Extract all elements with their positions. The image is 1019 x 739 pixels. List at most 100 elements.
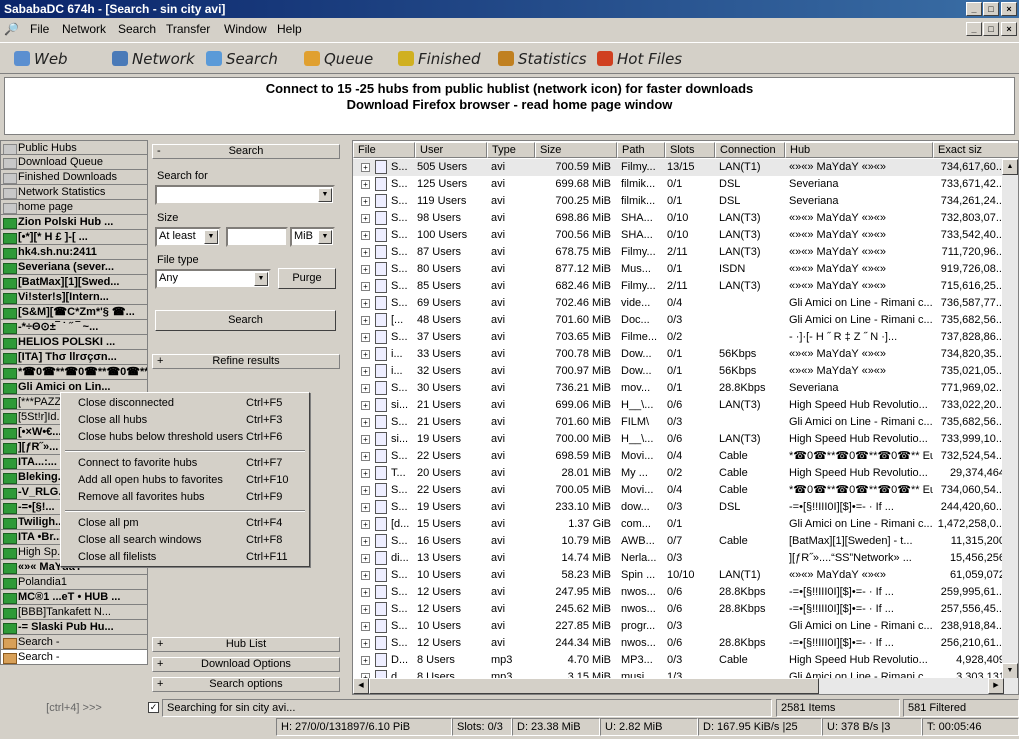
hub-tab[interactable]: -*÷Θ⊙±‾ ˙ ˝ ‾ ~... xyxy=(0,320,148,335)
expand-icon[interactable]: + xyxy=(361,282,370,291)
column-header-file[interactable]: File xyxy=(353,142,415,158)
scroll-right-icon[interactable]: ▶ xyxy=(988,678,1004,694)
menu-item-close-all-hubs[interactable]: Close all hubs Ctrl+F3 xyxy=(62,412,308,429)
table-row[interactable]: + S... 12 Users avi 245.62 MiB nwos... 0/6 28.8… xyxy=(353,601,1018,618)
menu-item-close-all-filelists[interactable]: Close all filelists Ctrl+F11 xyxy=(62,549,308,566)
refine-results-group[interactable]: + Refine results xyxy=(152,354,340,369)
table-row[interactable]: + S... 22 Users avi 698.59 MiB Movi... 0/4 Cabl… xyxy=(353,448,1018,465)
table-row[interactable]: + S... 98 Users avi 698.86 MiB SHA... 0/10 LAN(… xyxy=(353,210,1018,227)
table-row[interactable]: + i... 32 Users avi 700.97 MiB Dow... 0/1 56Kbp… xyxy=(353,363,1018,380)
expand-icon[interactable]: + xyxy=(361,231,370,240)
size-value-input[interactable] xyxy=(226,227,288,247)
hub-tab[interactable]: Zion Polski Hub ... xyxy=(0,215,148,230)
search-options-group[interactable]: + Search options xyxy=(152,677,340,692)
expand-icon[interactable]: + xyxy=(361,554,370,563)
chevron-down-icon[interactable]: ▼ xyxy=(204,230,218,244)
hub-tab[interactable]: MC®1 ...eT • HUB ... xyxy=(0,590,148,605)
expand-icon[interactable]: + xyxy=(361,180,370,189)
expand-icon[interactable]: + xyxy=(361,384,370,393)
table-row[interactable]: + S... 10 Users avi 227.85 MiB progr... 0/3 Gli… xyxy=(353,618,1018,635)
expand-icon[interactable]: + xyxy=(361,605,370,614)
table-row[interactable]: + T... 20 Users avi 28.01 MiB My ... 0/2 Cable H… xyxy=(353,465,1018,482)
table-row[interactable]: + si... 19 Users avi 700.00 MiB H__\... 0/6 LAN… xyxy=(353,431,1018,448)
table-row[interactable]: + S... 12 Users avi 244.34 MiB nwos... 0/6 28.8… xyxy=(353,635,1018,652)
menu-item-connect-to-favorite-hubs[interactable]: Connect to favorite hubs Ctrl+F7 xyxy=(62,455,308,472)
search-for-input[interactable]: ▼ xyxy=(155,185,335,205)
menu-network[interactable]: Network xyxy=(62,22,106,36)
menu-item-close-disconnected[interactable]: Close disconnected Ctrl+F5 xyxy=(62,395,308,412)
table-row[interactable]: + di... 13 Users avi 14.74 MiB Nerla... 0/3][ƒ… xyxy=(353,550,1018,567)
minimize-button[interactable]: _ xyxy=(966,2,982,16)
download-options-group[interactable]: + Download Options xyxy=(152,657,340,672)
only-free-slots-checkbox[interactable]: ✓ xyxy=(148,699,159,717)
table-row[interactable]: + S... 100 Users avi 700.56 MiB SHA... 0/10 LAN… xyxy=(353,227,1018,244)
table-row[interactable]: + S... 16 Users avi 10.79 MiB AWB... 0/7 Cable [… xyxy=(353,533,1018,550)
column-header-connection[interactable]: Connection xyxy=(715,142,785,158)
column-header-user[interactable]: User xyxy=(415,142,487,158)
horizontal-scrollbar[interactable]: ◀ ▶ xyxy=(353,678,1018,694)
toolbar-network-button[interactable]: Network xyxy=(112,50,195,68)
expand-icon[interactable]: + xyxy=(361,588,370,597)
table-row[interactable]: + S... 505 Users avi 700.59 MiB Filmy... 13/15… xyxy=(353,159,1018,176)
file-type-select[interactable]: Any ▼ xyxy=(155,269,271,289)
expand-icon[interactable]: + xyxy=(361,197,370,206)
hub-tab[interactable]: Polandia1 xyxy=(0,575,148,590)
table-row[interactable]: + S... 87 Users avi 678.75 MiB Filmy... 2/11 LA… xyxy=(353,244,1018,261)
scroll-left-icon[interactable]: ◀ xyxy=(353,678,369,694)
table-row[interactable]: + S... 30 Users avi 736.21 MiB mov... 0/1 28.8K… xyxy=(353,380,1018,397)
hub-tab[interactable]: Finished Downloads xyxy=(0,170,148,185)
hub-tab[interactable]: [ITA] Thσ llrσçσn... xyxy=(0,350,148,365)
expand-icon[interactable]: + xyxy=(361,452,370,461)
scroll-down-icon[interactable]: ▼ xyxy=(1002,663,1018,679)
hub-tab[interactable]: [BBB]Tankafett N... xyxy=(0,605,148,620)
expand-icon[interactable]: + xyxy=(361,639,370,648)
toolbar-finished-button[interactable]: Finished xyxy=(398,50,481,68)
menu-window[interactable]: Window xyxy=(224,22,267,36)
expand-icon[interactable]: + xyxy=(361,333,370,342)
expand-icon[interactable]: + xyxy=(361,401,370,410)
table-row[interactable]: + S... 125 Users avi 699.68 MiB filmik... 0/1 D… xyxy=(353,176,1018,193)
expand-icon[interactable]: + xyxy=(361,656,370,665)
chevron-down-icon[interactable]: ▼ xyxy=(254,272,268,286)
hub-tab[interactable]: hk4.sh.nu:2411 xyxy=(0,245,148,260)
expand-icon[interactable]: + xyxy=(361,469,370,478)
hub-tab[interactable]: home page xyxy=(0,200,148,215)
menu-item-add-all-open-hubs-to-favorites[interactable]: Add all open hubs to favorites Ctrl+F10 xyxy=(62,472,308,489)
column-header-hub[interactable]: Hub xyxy=(785,142,933,158)
expand-icon[interactable]: + xyxy=(361,622,370,631)
expand-icon[interactable]: + xyxy=(361,248,370,257)
column-header-exact-siz[interactable]: Exact siz xyxy=(933,142,1018,158)
expand-icon[interactable]: + xyxy=(361,486,370,495)
child-restore-button[interactable]: □ xyxy=(983,22,999,36)
menu-item-close-hubs-below-threshold-users[interactable]: Close hubs below threshold users Ctrl+F6 xyxy=(62,429,308,446)
hub-tab[interactable]: [S&M][☎C*Zm*'§ ☎... xyxy=(0,305,148,320)
hub-tab[interactable]: Severiana (sever... xyxy=(0,260,148,275)
table-row[interactable]: + si... 21 Users avi 699.06 MiB H__\... 0/6 LAN… xyxy=(353,397,1018,414)
table-row[interactable]: + S... 119 Users avi 700.25 MiB filmik... 0/1 D… xyxy=(353,193,1018,210)
expand-icon[interactable]: + xyxy=(361,571,370,580)
expand-icon[interactable]: + xyxy=(361,299,370,308)
search-button[interactable]: Search xyxy=(155,310,336,331)
hub-list-group[interactable]: + Hub List xyxy=(152,637,340,652)
chevron-down-icon[interactable]: ▼ xyxy=(318,230,332,244)
table-row[interactable]: + [... 48 Users avi 701.60 MiB Doc... 0/3 Gli A… xyxy=(353,312,1018,329)
hub-tab[interactable]: HELIOS POLSKI ... xyxy=(0,335,148,350)
hub-tab[interactable]: Search - xyxy=(0,650,148,665)
child-minimize-button[interactable]: _ xyxy=(966,22,982,36)
table-row[interactable]: + S... 19 Users avi 233.10 MiB dow... 0/3 DSL -=… xyxy=(353,499,1018,516)
hub-tab[interactable]: Vi!ster!s][Intern... xyxy=(0,290,148,305)
scroll-thumb[interactable] xyxy=(369,678,819,694)
expand-icon[interactable]: + xyxy=(361,214,370,223)
purge-button[interactable]: Purge xyxy=(278,268,336,289)
hub-tab[interactable]: Public Hubs xyxy=(0,140,148,155)
table-row[interactable]: + S... 80 Users avi 877.12 MiB Mus... 0/1 ISDN «… xyxy=(353,261,1018,278)
expand-icon[interactable]: + xyxy=(361,350,370,359)
expand-icon[interactable]: + xyxy=(361,418,370,427)
size-mode-select[interactable]: At least ▼ xyxy=(155,227,221,247)
size-unit-select[interactable]: MiB ▼ xyxy=(290,227,335,247)
expand-icon[interactable]: + xyxy=(361,163,370,172)
column-header-type[interactable]: Type xyxy=(487,142,535,158)
toolbar-web-button[interactable]: Web xyxy=(14,50,68,68)
expand-icon[interactable]: + xyxy=(361,367,370,376)
table-row[interactable]: + S... 21 Users avi 701.60 MiB FILM\ 0/3 Gli Am… xyxy=(353,414,1018,431)
